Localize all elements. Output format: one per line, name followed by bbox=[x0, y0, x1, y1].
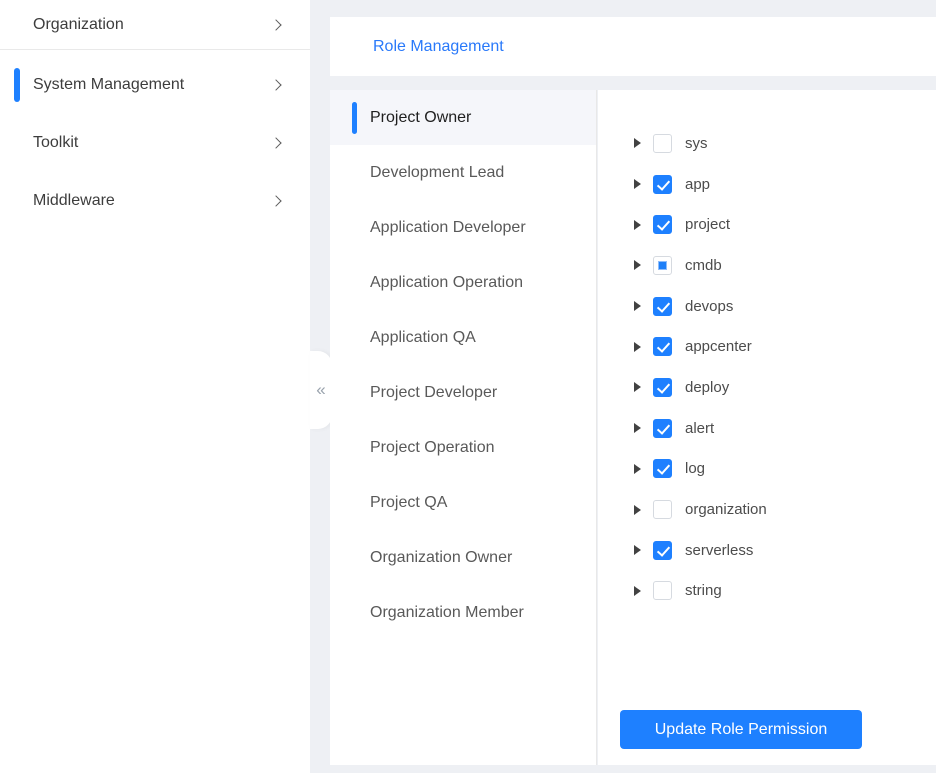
checkbox[interactable] bbox=[653, 296, 672, 316]
checkbox[interactable] bbox=[653, 377, 672, 397]
role-item-label: Project Developer bbox=[370, 383, 498, 401]
tree-node-label: serverless bbox=[685, 541, 754, 559]
role-item-label: Project Owner bbox=[370, 108, 472, 126]
tree-node-label: organization bbox=[685, 501, 767, 519]
expand-caret-icon[interactable] bbox=[634, 504, 641, 515]
expand-caret-icon[interactable] bbox=[634, 179, 641, 190]
chevron-right-icon bbox=[270, 137, 282, 149]
role-item-application-qa[interactable]: Application QA bbox=[330, 310, 596, 365]
sidebar-item-label: Toolkit bbox=[33, 134, 79, 151]
update-role-permission-button[interactable]: Update Role Permission bbox=[620, 710, 862, 749]
expand-caret-icon[interactable] bbox=[634, 219, 641, 230]
expand-caret-icon[interactable] bbox=[634, 301, 641, 312]
checkbox[interactable] bbox=[653, 459, 672, 479]
role-item-project-owner[interactable]: Project Owner bbox=[330, 90, 596, 145]
role-item-application-developer[interactable]: Application Developer bbox=[330, 200, 596, 255]
role-item-project-qa[interactable]: Project QA bbox=[330, 475, 596, 530]
role-item-label: Project QA bbox=[370, 493, 448, 511]
role-item-label: Application QA bbox=[370, 328, 476, 346]
expand-caret-icon[interactable] bbox=[634, 382, 641, 393]
role-item-label: Project Operation bbox=[370, 438, 495, 456]
expand-caret-icon[interactable] bbox=[634, 341, 641, 352]
tree-row-cmdb: cmdb bbox=[598, 245, 936, 286]
role-list: Project Owner Development Lead Applicati… bbox=[330, 90, 597, 765]
role-item-application-operation[interactable]: Application Operation bbox=[330, 255, 596, 310]
checkbox[interactable] bbox=[653, 500, 672, 520]
sidebar-item-label: System Management bbox=[33, 76, 185, 93]
checkbox[interactable] bbox=[653, 133, 672, 153]
tree-row-string: string bbox=[598, 571, 936, 612]
role-item-organization-owner[interactable]: Organization Owner bbox=[330, 530, 596, 585]
tree-node-label: alert bbox=[685, 419, 715, 437]
tree-row-alert: alert bbox=[598, 408, 936, 449]
collapse-chevrons-icon: « bbox=[316, 380, 326, 399]
tree-node-label: app bbox=[685, 175, 711, 193]
tree-node-label: cmdb bbox=[685, 256, 722, 274]
chevron-right-icon bbox=[270, 79, 282, 91]
sidebar: Organization System Management Toolkit M… bbox=[0, 0, 310, 773]
tree-node-label: devops bbox=[685, 297, 734, 315]
checkbox[interactable] bbox=[653, 337, 672, 357]
tree-node-label: string bbox=[685, 582, 722, 600]
chevron-right-icon bbox=[270, 195, 282, 207]
checkbox[interactable] bbox=[653, 540, 672, 560]
tree-node-label: appcenter bbox=[685, 338, 752, 356]
tree-node-label: sys bbox=[685, 134, 708, 152]
tree-row-sys: sys bbox=[598, 123, 936, 164]
tree-node-label: log bbox=[685, 460, 706, 478]
expand-caret-icon[interactable] bbox=[634, 545, 641, 556]
role-item-label: Organization Member bbox=[370, 603, 524, 621]
sidebar-item-organization[interactable]: Organization bbox=[0, 0, 310, 50]
tree-row-appcenter: appcenter bbox=[598, 326, 936, 367]
expand-caret-icon[interactable] bbox=[634, 463, 641, 474]
tree-row-app: app bbox=[598, 164, 936, 205]
tree-node-label: project bbox=[685, 216, 731, 234]
sidebar-item-label: Organization bbox=[33, 15, 124, 33]
expand-caret-icon[interactable] bbox=[634, 423, 641, 434]
selected-indicator-bar bbox=[352, 101, 357, 134]
role-item-label: Application Developer bbox=[370, 218, 526, 236]
tree-node-label: deploy bbox=[685, 378, 730, 396]
chevron-right-icon bbox=[270, 18, 282, 31]
sidebar-item-toolkit[interactable]: Toolkit bbox=[0, 114, 310, 172]
tree-row-log: log bbox=[598, 449, 936, 490]
checkbox[interactable] bbox=[653, 418, 672, 438]
role-item-label: Application Operation bbox=[370, 273, 523, 291]
role-item-label: Organization Owner bbox=[370, 548, 513, 566]
expand-caret-icon[interactable] bbox=[634, 585, 641, 596]
expand-caret-icon[interactable] bbox=[634, 260, 641, 271]
sidebar-item-system-management[interactable]: System Management bbox=[0, 56, 310, 114]
role-item-project-operation[interactable]: Project Operation bbox=[330, 420, 596, 475]
sidebar-item-label: Middleware bbox=[33, 192, 115, 209]
sidebar-item-middleware[interactable]: Middleware bbox=[0, 172, 310, 230]
permission-tree: sys app project cmdb devops appcenter de… bbox=[598, 90, 936, 765]
role-item-organization-member[interactable]: Organization Member bbox=[330, 585, 596, 640]
sidebar-collapse-button[interactable]: « bbox=[310, 351, 332, 429]
tree-row-project: project bbox=[598, 204, 936, 245]
tree-row-devops: devops bbox=[598, 286, 936, 327]
role-item-label: Development Lead bbox=[370, 163, 505, 181]
checkbox[interactable] bbox=[653, 215, 672, 235]
checkbox[interactable] bbox=[653, 581, 672, 601]
tab-role-management[interactable]: Role Management bbox=[373, 38, 504, 56]
checkbox[interactable] bbox=[653, 255, 672, 275]
tree-row-organization: organization bbox=[598, 489, 936, 530]
checkbox[interactable] bbox=[653, 174, 672, 194]
selected-indicator-bar bbox=[14, 68, 20, 102]
role-item-development-lead[interactable]: Development Lead bbox=[330, 145, 596, 200]
expand-caret-icon[interactable] bbox=[634, 138, 641, 149]
tree-row-deploy: deploy bbox=[598, 367, 936, 408]
role-item-project-developer[interactable]: Project Developer bbox=[330, 365, 596, 420]
tree-row-serverless: serverless bbox=[598, 530, 936, 571]
content-header: Role Management bbox=[330, 17, 936, 76]
